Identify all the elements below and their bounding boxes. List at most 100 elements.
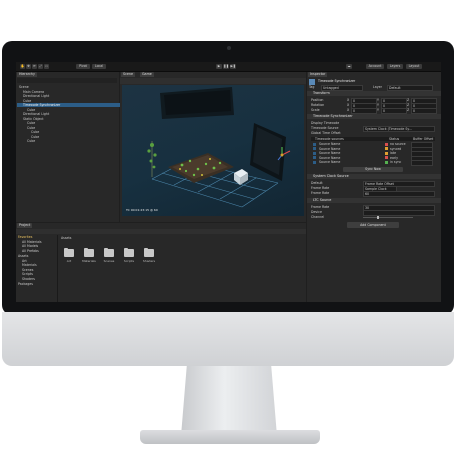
transform-value: 0 <box>383 109 386 113</box>
axis-label: Y <box>377 98 379 102</box>
folder-icon[interactable] <box>84 247 94 257</box>
hierarchy-item[interactable]: Directional Light <box>17 94 123 98</box>
axis-label: Z <box>407 98 410 102</box>
project-breadcrumb[interactable]: Assets <box>61 236 71 240</box>
layer-label: Layer <box>373 85 382 89</box>
hierarchy-item[interactable]: Cube <box>17 130 131 134</box>
asset-tree-item[interactable]: Shaders <box>22 277 35 281</box>
status-dot-icon <box>385 151 388 155</box>
transform-header[interactable]: Transform <box>307 91 441 96</box>
source-status: synced <box>390 146 402 151</box>
scene-render <box>147 87 291 208</box>
hierarchy-item[interactable]: Scene <box>17 85 119 89</box>
tab-scene[interactable]: Scene <box>121 72 136 77</box>
source-checkbox[interactable] <box>313 156 316 159</box>
layers-dropdown[interactable]: Layers <box>387 64 403 69</box>
main-toolbar: ✋ ✥ ⟳ ⤢ ▭ Pivot Local ▶ ❚❚ ▶❚ ☁ Account … <box>16 62 441 72</box>
asset-tree-item[interactable]: Materials <box>22 263 37 267</box>
hierarchy-item[interactable]: Cube <box>17 135 131 139</box>
display-timecode-label: Display Timecode <box>311 121 340 125</box>
axis-label: X <box>347 108 350 112</box>
tab-inspector[interactable]: Inspector <box>308 72 328 77</box>
hierarchy-panel: Hierarchy Scene Main Camera Directional Li… <box>16 72 123 222</box>
asset-tree-item[interactable]: Art <box>22 259 27 263</box>
ltc-row-field[interactable] <box>363 210 435 216</box>
packages-label[interactable]: Packages <box>18 282 33 286</box>
ltc-row-label: Channel <box>311 215 325 219</box>
channel-slider[interactable] <box>363 217 413 218</box>
pivot-toggle[interactable]: Pivot <box>76 64 90 69</box>
folder-label: Art <box>66 259 72 263</box>
rect-tool-icon[interactable]: ▭ <box>44 64 49 69</box>
cloud-icon[interactable]: ☁ <box>346 64 352 69</box>
axis-label: Z <box>407 103 410 107</box>
timecode-source-dropdown[interactable]: System Clock (Timecode Sy... <box>363 126 435 132</box>
sync-now-button[interactable]: Sync Now <box>343 167 403 172</box>
axis-label: Y <box>377 103 379 107</box>
hierarchy-item[interactable]: Timecode Synchronizer <box>17 103 123 107</box>
tab-hierarchy[interactable]: Hierarchy <box>17 72 37 77</box>
source-checkbox[interactable] <box>313 142 316 146</box>
scale-label: Scale <box>311 108 320 112</box>
object-name[interactable]: Timecode Synchronizer <box>318 79 355 83</box>
source-checkbox[interactable] <box>313 147 316 150</box>
favorites-item[interactable]: All Models <box>22 244 38 248</box>
status-dot-icon <box>385 147 388 150</box>
scale-tool-icon[interactable]: ⤢ <box>38 64 43 69</box>
favorites-item[interactable]: All Materials <box>22 240 42 244</box>
account-dropdown[interactable]: Account <box>366 64 384 69</box>
step-button-icon[interactable]: ▶❚ <box>230 64 236 69</box>
tab-project[interactable]: Project <box>17 223 33 228</box>
status-dot-icon <box>385 156 388 159</box>
rotate-tool-icon[interactable]: ⟳ <box>32 64 37 69</box>
source-name: Source Name <box>319 160 341 164</box>
move-tool-icon[interactable]: ✥ <box>26 64 31 69</box>
source-name: Source Name <box>319 146 341 151</box>
add-component-button[interactable]: Add Component <box>347 222 399 228</box>
folder-icon[interactable] <box>64 247 74 257</box>
buffer-offset-field[interactable] <box>411 160 433 166</box>
ltc-row-label: Frame Rate <box>311 205 330 209</box>
folder-label: Materials <box>82 259 96 263</box>
ltc-component-header[interactable]: LTC Source <box>307 198 441 203</box>
hierarchy-item[interactable]: Cube <box>17 99 123 103</box>
hierarchy-item[interactable]: Cube <box>17 108 127 112</box>
hierarchy-search-bar[interactable] <box>17 78 117 83</box>
position-label: Position <box>311 98 324 102</box>
pause-button-icon[interactable]: ❚❚ <box>223 64 229 69</box>
hierarchy-item[interactable]: Main Camera <box>17 90 123 94</box>
channel-slider-handle[interactable] <box>377 216 379 219</box>
monitor-foot <box>140 430 320 444</box>
hierarchy-item[interactable]: Cube <box>17 121 127 125</box>
global-toggle[interactable]: Local <box>92 64 106 69</box>
clock-row-label: Frame Rate <box>311 186 330 190</box>
folder-icon[interactable] <box>104 247 114 257</box>
sync-component-header[interactable]: Timecode Synchronizer <box>307 114 441 119</box>
hierarchy-item[interactable]: Static Object <box>17 117 123 121</box>
hierarchy-item[interactable]: Cube <box>17 139 127 143</box>
clock-row-field[interactable]: 60 <box>363 191 435 197</box>
monitor-stand <box>181 366 277 436</box>
favorites-item[interactable]: All Prefabs <box>22 249 39 253</box>
favorites-label[interactable]: Favorites <box>18 235 32 239</box>
folder-icon[interactable] <box>124 247 134 257</box>
hierarchy-item[interactable]: Cube <box>17 126 127 130</box>
timecode-overlay: TC 00:01:23:15 @ 60 <box>126 208 158 212</box>
project-divider <box>57 235 58 302</box>
clock-row-label: Frame Rate <box>311 191 330 195</box>
hierarchy-item[interactable]: Directional Light <box>17 112 123 116</box>
assets-label[interactable]: Assets <box>18 254 28 258</box>
asset-tree-item[interactable]: Scenes <box>22 268 33 272</box>
play-button-icon[interactable]: ▶ <box>216 64 222 69</box>
source-name: Source Name <box>319 151 341 155</box>
scene-viewport[interactable]: TC 00:01:23:15 @ 60 <box>122 85 304 216</box>
layout-dropdown[interactable]: Layout <box>406 64 422 69</box>
asset-tree-item[interactable]: Scripts <box>22 272 33 276</box>
source-checkbox[interactable] <box>313 160 316 164</box>
source-status: early <box>390 155 398 160</box>
folder-icon[interactable] <box>144 247 154 257</box>
clock-component-header[interactable]: System Clock Source <box>307 174 441 179</box>
tab-game[interactable]: Game <box>140 72 154 77</box>
source-checkbox[interactable] <box>313 151 316 155</box>
hand-tool-icon[interactable]: ✋ <box>20 64 25 69</box>
